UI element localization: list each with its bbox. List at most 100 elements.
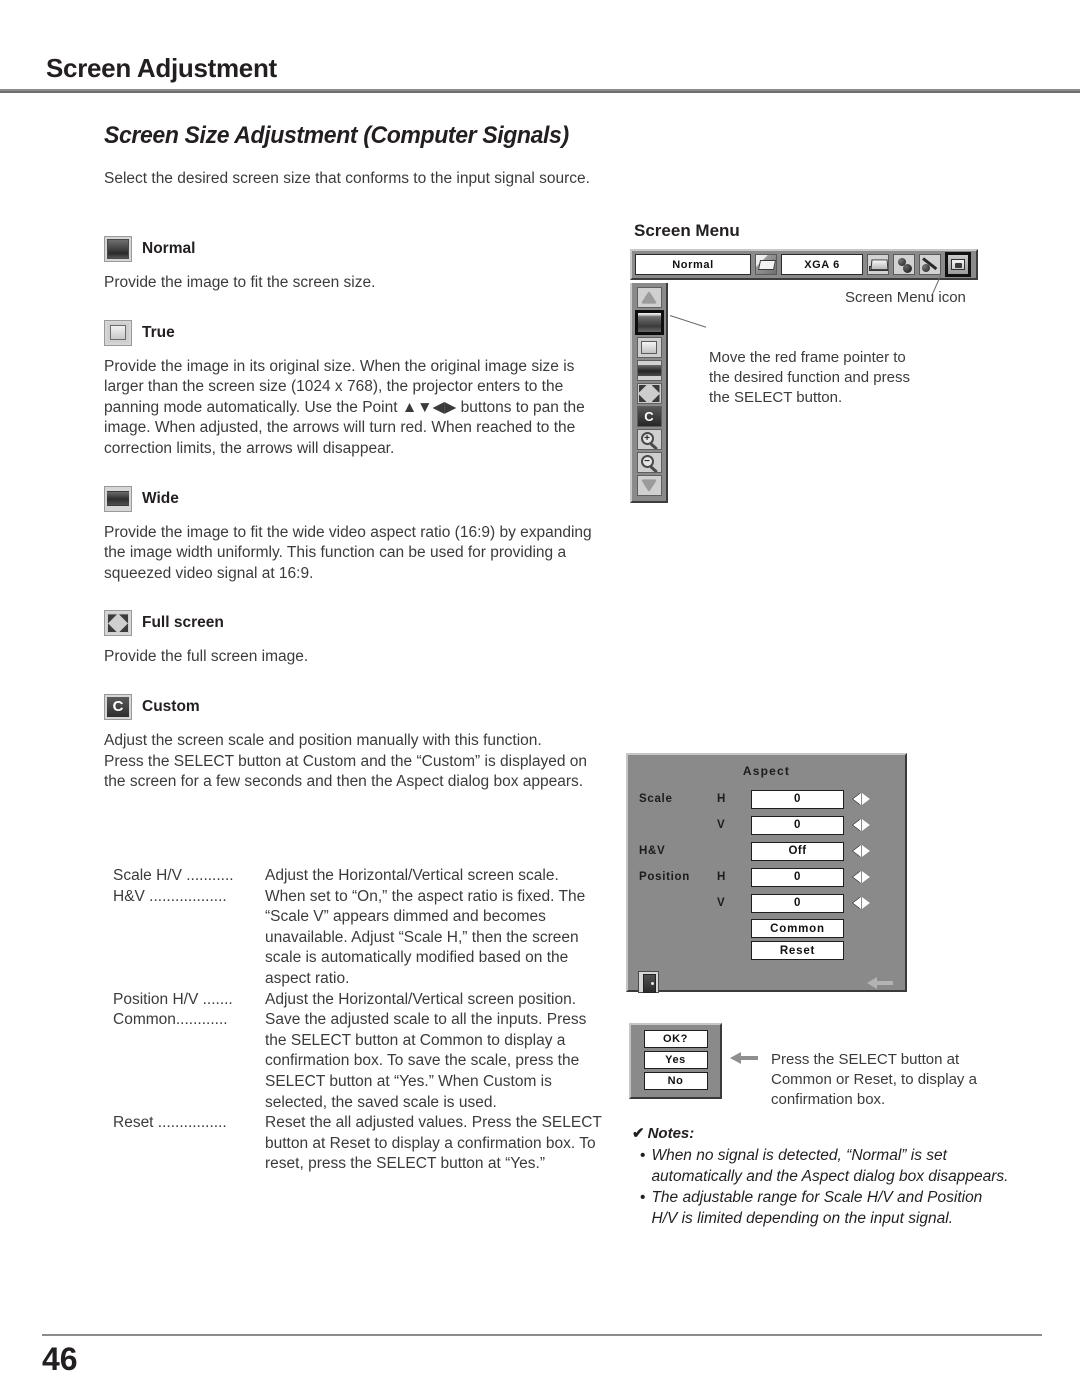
mode-body-full-screen: Provide the full screen image. bbox=[104, 648, 309, 666]
color-adjust-icon[interactable] bbox=[893, 254, 915, 275]
callout-move-pointer: Move the red frame pointer to the desire… bbox=[709, 349, 910, 406]
note-item: • When no signal is detected, “Normal” i… bbox=[640, 1146, 1012, 1187]
mode-body-custom: Adjust the screen scale and position man… bbox=[104, 731, 588, 791]
definition-term: Common............ bbox=[113, 1011, 228, 1029]
aspect-row-axis: H bbox=[717, 871, 727, 883]
note-item: • The adjustable range for Scale H/V and… bbox=[640, 1188, 1012, 1229]
mode-body-normal: Provide the image to fit the screen size… bbox=[104, 274, 376, 291]
callout-screen-menu-icon: Screen Menu icon bbox=[845, 289, 966, 306]
hv-value[interactable]: Off bbox=[751, 841, 844, 861]
definition-row: H&V .................. When set to “On,”… bbox=[113, 887, 603, 990]
back-arrow-icon[interactable] bbox=[867, 977, 893, 989]
definition-row: Common............ Save the adjusted sca… bbox=[113, 1010, 603, 1113]
scroll-down-arrow[interactable] bbox=[636, 475, 662, 496]
definition-desc: When set to “On,” the aspect ratio is fi… bbox=[265, 887, 586, 987]
mode-label: Wide bbox=[142, 489, 179, 507]
wide-screen-icon bbox=[104, 485, 132, 512]
mode-heading-wide: Wide bbox=[104, 485, 604, 512]
header-divider bbox=[0, 89, 1080, 93]
confirm-title: OK? bbox=[643, 1030, 708, 1048]
check-icon: ✔ bbox=[632, 1125, 645, 1142]
mode-list: Normal Provide the image to fit the scre… bbox=[104, 236, 604, 815]
custom-icon[interactable]: C bbox=[636, 406, 662, 427]
aspect-row-scale-v: V 0 bbox=[628, 812, 905, 838]
notes-heading: ✔ Notes: bbox=[632, 1124, 1012, 1142]
aspect-row-label: H&V bbox=[639, 845, 666, 857]
input-source-icon[interactable] bbox=[755, 254, 777, 275]
confirmation-box: OK? Yes No bbox=[629, 1023, 722, 1099]
aspect-row-position-v: V 0 bbox=[628, 890, 905, 916]
screen-menu-icon[interactable] bbox=[945, 252, 971, 277]
leader-line-pointer bbox=[669, 315, 707, 328]
true-screen-icon bbox=[104, 319, 132, 346]
osd-mode-value[interactable]: Normal bbox=[635, 254, 751, 275]
scroll-up-arrow[interactable] bbox=[636, 287, 662, 308]
scale-h-value[interactable]: 0 bbox=[751, 789, 844, 809]
exit-door-icon[interactable] bbox=[638, 971, 659, 993]
mode-heading-full-screen: Full screen bbox=[104, 610, 604, 637]
mode-body-true: Provide the image in its original size. … bbox=[104, 357, 585, 457]
mode-label: Normal bbox=[142, 240, 196, 257]
image-adjust-icon[interactable] bbox=[919, 254, 941, 275]
footer-divider bbox=[42, 1334, 1042, 1336]
definition-term: H&V .................. bbox=[113, 887, 227, 905]
position-h-value[interactable]: 0 bbox=[751, 867, 844, 887]
hv-stepper[interactable] bbox=[853, 845, 870, 857]
custom-screen-icon: C bbox=[104, 693, 132, 720]
true-icon[interactable] bbox=[636, 337, 662, 358]
zoom-out-icon[interactable]: − bbox=[636, 452, 662, 473]
aspect-common-row: Common bbox=[628, 919, 905, 938]
mode-label: Custom bbox=[142, 697, 200, 715]
aspect-row-position-h: Position H 0 bbox=[628, 864, 905, 890]
confirm-pointer-arrow-icon bbox=[730, 1052, 758, 1065]
page-number: 46 bbox=[42, 1341, 78, 1377]
confirm-no-button[interactable]: No bbox=[643, 1072, 708, 1090]
mode-body-wide: Provide the image to fit the wide video … bbox=[104, 523, 592, 582]
zoom-in-icon[interactable]: + bbox=[636, 429, 662, 450]
bullet-icon: • bbox=[640, 1147, 646, 1164]
mode-heading-custom: C Custom bbox=[104, 693, 604, 720]
osd-signal-value[interactable]: XGA 6 bbox=[781, 254, 863, 275]
full-screen-icon bbox=[104, 610, 132, 637]
aspect-dialog-title: Aspect bbox=[742, 764, 791, 778]
full-screen-icon[interactable] bbox=[636, 383, 662, 404]
note-text: When no signal is detected, “Normal” is … bbox=[651, 1147, 1009, 1185]
definition-row: Reset ................ Reset the all adj… bbox=[113, 1113, 603, 1175]
custom-parameter-definitions: Scale H/V ........... Adjust the Horizon… bbox=[113, 866, 603, 1175]
scale-v-stepper[interactable] bbox=[853, 819, 870, 831]
common-button[interactable]: Common bbox=[751, 919, 844, 938]
aspect-dialog-footer bbox=[628, 960, 905, 1000]
section-intro: Select the desired screen size that conf… bbox=[104, 170, 590, 187]
notes-heading-label: Notes: bbox=[647, 1125, 695, 1142]
definition-term: Position H/V ....... bbox=[113, 990, 233, 1008]
position-v-value[interactable]: 0 bbox=[751, 893, 844, 913]
custom-letter: C bbox=[637, 407, 661, 426]
notes-section: ✔ Notes: • When no signal is detected, “N… bbox=[632, 1124, 1012, 1230]
page-header: Screen Adjustment bbox=[0, 0, 1080, 84]
aspect-row-label: Position bbox=[639, 871, 690, 883]
confirm-yes-button[interactable]: Yes bbox=[643, 1051, 708, 1069]
bullet-icon: • bbox=[640, 1189, 646, 1207]
definition-desc: Reset the all adjusted values. Press the… bbox=[265, 1114, 602, 1173]
confirmation-box-caption: Press the SELECT button at Common or Res… bbox=[771, 1051, 977, 1108]
position-v-stepper[interactable] bbox=[853, 897, 870, 909]
mode-heading-true: True bbox=[104, 319, 604, 346]
aspect-row-axis: H bbox=[717, 793, 727, 805]
definition-row: Position H/V ....... Adjust the Horizont… bbox=[113, 990, 603, 1011]
aspect-row-scale-h: Scale H 0 bbox=[628, 786, 905, 812]
aspect-reset-row: Reset bbox=[628, 941, 905, 960]
osd-menu-bar: Normal XGA 6 bbox=[630, 249, 978, 280]
definition-row: Scale H/V ........... Adjust the Horizon… bbox=[113, 866, 603, 887]
normal-icon[interactable] bbox=[634, 310, 664, 335]
wide-icon[interactable] bbox=[636, 360, 662, 381]
scale-h-stepper[interactable] bbox=[853, 793, 870, 805]
definition-desc: Save the adjusted scale to all the input… bbox=[265, 1011, 587, 1111]
note-text: The adjustable range for Scale H/V and P… bbox=[651, 1189, 983, 1227]
position-h-stepper[interactable] bbox=[853, 871, 870, 883]
computer-laptop-icon[interactable] bbox=[867, 254, 889, 275]
mode-label: True bbox=[142, 323, 175, 341]
reset-button[interactable]: Reset bbox=[751, 941, 844, 960]
definition-term: Scale H/V ........... bbox=[113, 867, 234, 884]
custom-letter: C bbox=[107, 696, 129, 717]
scale-v-value[interactable]: 0 bbox=[751, 815, 844, 835]
